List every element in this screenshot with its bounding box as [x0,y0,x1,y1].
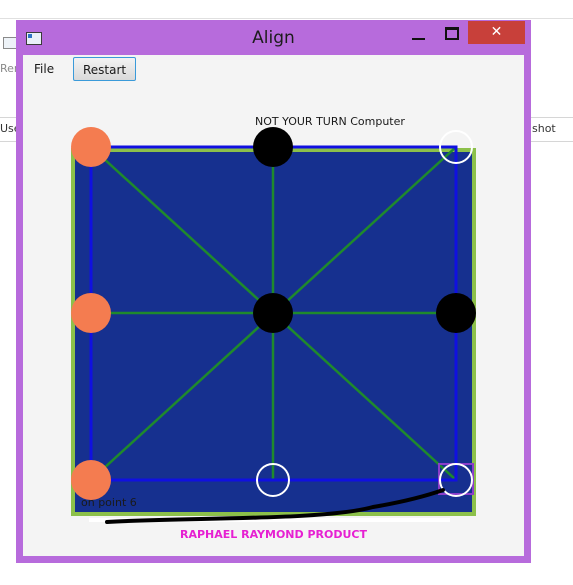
background-divider-right [531,117,573,118]
align-window: Align ✕ File Restart NOT YOUR TURN Compu… [16,20,531,563]
credit-label: RAPHAEL RAYMOND PRODUCT [180,528,367,541]
background-app-icon [3,37,17,49]
maximize-icon[interactable] [445,27,459,40]
background-divider-left-2 [0,141,16,142]
background-divider-right-2 [531,141,573,142]
background-top-border [0,18,573,19]
title-bar[interactable]: Align ✕ [16,20,531,55]
minimize-icon[interactable] [412,38,425,40]
window-content: File Restart NOT YOUR TURN Computer on p… [23,55,524,556]
signature-stroke [105,488,445,524]
background-divider-left [0,117,16,118]
close-button[interactable]: ✕ [468,21,525,44]
background-text-right: shot [532,122,556,135]
